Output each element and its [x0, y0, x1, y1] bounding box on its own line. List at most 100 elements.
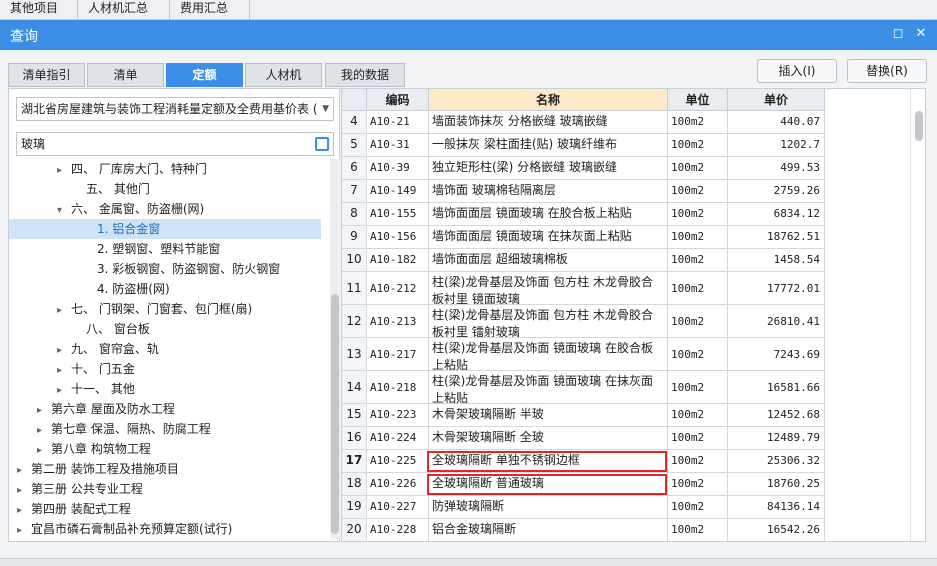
expand-icon[interactable]: ▸	[17, 501, 31, 521]
tree-node[interactable]: ▸ 九、 窗帘盒、轨	[57, 339, 159, 359]
tree-node[interactable]: 3. 彩板钢窗、防盗钢窗、防火钢窗	[83, 259, 280, 279]
cell-idx: 8	[342, 203, 367, 226]
cell-unit: 100m2	[668, 272, 728, 305]
highlight-box	[427, 451, 667, 472]
expand-icon[interactable]: ▸	[17, 481, 31, 501]
cell-name: 防弹玻璃隔断	[429, 496, 668, 519]
filter-icon[interactable]	[315, 137, 329, 151]
search-input[interactable]: 玻璃	[16, 132, 334, 156]
cell-name: 独立矩形柱(梁) 分格嵌缝 玻璃嵌缝	[429, 157, 668, 180]
header-code[interactable]: 编码	[367, 89, 429, 111]
tree-node[interactable]: 八、 窗台板	[72, 319, 150, 339]
tree-node[interactable]: ▾ 六、 金属窗、防盗栅(网)	[57, 199, 204, 219]
table-row[interactable]: 19 A10-227 防弹玻璃隔断 100m2 84136.14	[342, 496, 825, 519]
table-row[interactable]: 10 A10-182 墙饰面面层 超细玻璃棉板 100m2 1458.54	[342, 249, 825, 272]
header-unit[interactable]: 单位	[668, 89, 728, 111]
replace-button[interactable]: 替换(R)	[847, 59, 927, 83]
cell-name: 柱(梁)龙骨基层及饰面 包方柱 木龙骨胶合板衬里 镜面玻璃	[429, 272, 668, 305]
expand-icon[interactable]: ▸	[57, 161, 71, 181]
expand-icon[interactable]: ▸	[57, 301, 71, 321]
tab-quota[interactable]: 定额	[166, 63, 243, 87]
tree-scrollbar-thumb[interactable]	[331, 294, 339, 534]
expand-icon[interactable]: ▸	[17, 521, 31, 541]
cell-price: 25306.32	[728, 450, 825, 473]
table-row[interactable]: 15 A10-223 木骨架玻璃隔断 半玻 100m2 12452.68	[342, 404, 825, 427]
table-row[interactable]: 8 A10-155 墙饰面面层 镜面玻璃 在胶合板上粘贴 100m2 6834.12	[342, 203, 825, 226]
tree-node[interactable]: 2. 塑钢窗、塑料节能窗	[83, 239, 220, 259]
tree-node[interactable]: ▸ 第四册 装配式工程	[17, 499, 131, 519]
tree-node[interactable]: ▸ 宜昌市磷石膏制品补充预算定额(试行)	[17, 519, 232, 539]
cell-name: 木骨架玻璃隔断 全玻	[429, 427, 668, 450]
table-row[interactable]: 4 A10-21 墙面装饰抹灰 分格嵌缝 玻璃嵌缝 100m2 440.07	[342, 111, 825, 134]
top-tab-labor-material-summary[interactable]: 人材机汇总	[78, 0, 170, 20]
library-select[interactable]: 湖北省房屋建筑与装饰工程消耗量定额及全费用基价表 ( ▼	[16, 97, 334, 121]
close-icon[interactable]: ✕	[913, 26, 929, 42]
expand-icon[interactable]: ▸	[57, 341, 71, 361]
cell-name: 铝合金玻璃隔断	[429, 519, 668, 541]
top-tab-cost-summary[interactable]: 费用汇总	[170, 0, 250, 20]
tab-list-guide[interactable]: 清单指引	[8, 63, 85, 87]
header-name[interactable]: 名称	[429, 89, 668, 111]
expand-icon[interactable]: ▸	[57, 381, 71, 401]
table-row[interactable]: 5 A10-31 一般抹灰 梁柱面挂(贴) 玻璃纤维布 100m2 1202.7	[342, 134, 825, 157]
expand-icon[interactable]: ▸	[37, 441, 51, 461]
restore-icon[interactable]: ◻	[890, 26, 906, 42]
insert-button[interactable]: 插入(I)	[757, 59, 837, 83]
expand-icon[interactable]: ▸	[37, 421, 51, 441]
cell-name: 墙饰面 玻璃棉毡隔离层	[429, 180, 668, 203]
table-row[interactable]: 20 A10-228 铝合金玻璃隔断 100m2 16542.26	[342, 519, 825, 541]
tree-scrollbar[interactable]	[330, 159, 340, 539]
top-tab-other-items[interactable]: 其他项目	[0, 0, 78, 20]
tree-node[interactable]: ▸ 四、 厂库房大门、特种门	[57, 159, 207, 179]
header-price[interactable]: 单价	[728, 89, 825, 111]
cell-price: 16581.66	[728, 371, 825, 404]
table-row[interactable]: 9 A10-156 墙饰面面层 镜面玻璃 在抹灰面上粘贴 100m2 18762.51	[342, 226, 825, 249]
cell-idx: 12	[342, 305, 367, 338]
tree-node-label: 十、 门五金	[71, 362, 135, 376]
cell-code: A10-155	[367, 203, 429, 226]
tree-node-label: 七、 门钢架、门窗套、包门框(扇)	[71, 302, 253, 316]
cell-name: 墙面装饰抹灰 分格嵌缝 玻璃嵌缝	[429, 111, 668, 134]
cell-code: A10-225	[367, 450, 429, 473]
cell-unit: 100m2	[668, 157, 728, 180]
tree-node[interactable]: ▸ 第八章 构筑物工程	[37, 439, 151, 459]
tree-node[interactable]: 4. 防盗栅(网)	[83, 279, 170, 299]
expand-icon[interactable]: ▸	[17, 461, 31, 481]
collapse-icon[interactable]: ▾	[57, 201, 71, 221]
tree-node[interactable]: 五、 其他门	[72, 179, 150, 199]
cell-price: 12489.79	[728, 427, 825, 450]
table-row[interactable]: 16 A10-224 木骨架玻璃隔断 全玻 100m2 12489.79	[342, 427, 825, 450]
table-scrollbar[interactable]	[910, 89, 925, 541]
tree-node[interactable]: ▸ 第三册 公共专业工程	[17, 479, 143, 499]
tree-node-label: 十一、 其他	[71, 382, 135, 396]
tab-labor-material[interactable]: 人材机	[245, 63, 322, 87]
top-tab-strip: 其他项目 人材机汇总 费用汇总	[0, 0, 937, 20]
tab-my-data[interactable]: 我的数据	[325, 63, 405, 87]
cell-idx: 13	[342, 338, 367, 371]
tree-node[interactable]: 1. 铝合金窗	[9, 219, 321, 239]
table-row[interactable]: 7 A10-149 墙饰面 玻璃棉毡隔离层 100m2 2759.26	[342, 180, 825, 203]
cell-code: A10-228	[367, 519, 429, 541]
table-row[interactable]: 6 A10-39 独立矩形柱(梁) 分格嵌缝 玻璃嵌缝 100m2 499.53	[342, 157, 825, 180]
table-scrollbar-thumb[interactable]	[915, 111, 923, 141]
tree-node-label: 宜昌市磷石膏制品补充预算定额(试行)	[31, 522, 233, 536]
expand-icon[interactable]: ▸	[57, 361, 71, 381]
tree-node[interactable]: ▸ 十、 门五金	[57, 359, 135, 379]
left-panel: 湖北省房屋建筑与装饰工程消耗量定额及全费用基价表 ( ▼ 玻璃 ▸ 四、 厂库房大…	[8, 88, 340, 542]
tab-list[interactable]: 清单	[87, 63, 164, 87]
table-row[interactable]: 12 A10-213 柱(梁)龙骨基层及饰面 包方柱 木龙骨胶合板衬里 镭射玻璃 10…	[342, 305, 825, 338]
tree-node-label: 五、 其他门	[86, 182, 150, 196]
tree-node[interactable]: ▸ 十一、 其他	[57, 379, 135, 399]
cell-unit: 100m2	[668, 450, 728, 473]
table-row[interactable]: 11 A10-212 柱(梁)龙骨基层及饰面 包方柱 木龙骨胶合板衬里 镜面玻璃 10…	[342, 272, 825, 305]
table-row[interactable]: 13 A10-217 柱(梁)龙骨基层及饰面 镜面玻璃 在胶合板上粘贴 100m2 72…	[342, 338, 825, 371]
tree-node-label: 第八章 构筑物工程	[51, 442, 151, 456]
cell-code: A10-217	[367, 338, 429, 371]
tree-node[interactable]: ▸ 七、 门钢架、门窗套、包门框(扇)	[57, 299, 252, 319]
tree-node[interactable]: ▸ 第六章 屋面及防水工程	[37, 399, 175, 419]
table-row[interactable]: 14 A10-218 柱(梁)龙骨基层及饰面 镜面玻璃 在抹灰面上粘贴 100m2 16…	[342, 371, 825, 404]
tree-node[interactable]: ▸ 第二册 装饰工程及措施项目	[17, 459, 179, 479]
expand-icon[interactable]: ▸	[37, 401, 51, 421]
cell-code: A10-156	[367, 226, 429, 249]
tree-node[interactable]: ▸ 第七章 保温、隔热、防腐工程	[37, 419, 211, 439]
